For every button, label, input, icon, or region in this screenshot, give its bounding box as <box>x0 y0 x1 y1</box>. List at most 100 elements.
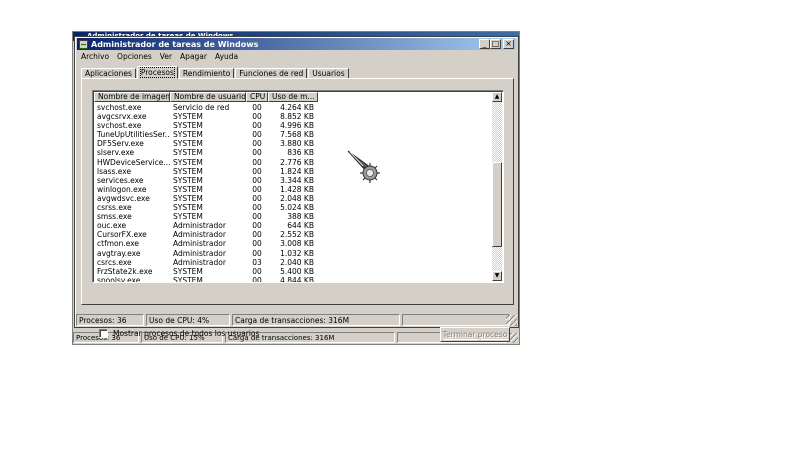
table-row[interactable]: smss.exe SYSTEM 00 388 KB <box>94 212 318 221</box>
memory-cell: 1.032 KB <box>280 248 314 258</box>
cpu-cell: 00 <box>252 130 262 140</box>
memory-cell: 644 KB <box>287 221 314 231</box>
user-name-cell: SYSTEM <box>173 184 203 194</box>
show-all-users-option[interactable]: Mostrar procesos de todos los usuarios <box>99 329 259 338</box>
minimize-button[interactable]: _ <box>479 39 490 49</box>
user-name-cell: SYSTEM <box>173 166 203 176</box>
task-manager-window: Administrador de tareas de Windows _ □ ×… <box>74 36 519 342</box>
user-name-cell: Servicio de red <box>173 103 230 112</box>
memory-cell: 4.264 KB <box>280 103 314 112</box>
table-row[interactable]: csrcs.exe Administrador 03 2.040 KB <box>94 258 318 267</box>
menu-ayuda[interactable]: Ayuda <box>211 51 242 62</box>
image-name-cell: CursorFX.exe <box>97 230 147 240</box>
status-bar: Procesos: 36 Uso de CPU: 4% Carga de tra… <box>75 313 518 327</box>
column-image-name[interactable]: Nombre de imagen <box>94 92 170 102</box>
task-manager-icon <box>79 39 88 49</box>
table-row[interactable]: winlogon.exe SYSTEM 00 1.428 KB <box>94 185 318 194</box>
user-name-cell: SYSTEM <box>173 139 203 149</box>
cpu-cell: 00 <box>252 184 262 194</box>
user-name-cell: SYSTEM <box>173 275 203 283</box>
cpu-cell: 00 <box>252 175 262 185</box>
scroll-down-button[interactable]: ▼ <box>492 271 502 281</box>
image-name-cell: winlogon.exe <box>97 184 147 194</box>
image-name-cell: avgwdsvc.exe <box>97 193 150 203</box>
window-controls: _ □ × <box>479 39 514 49</box>
close-button[interactable]: × <box>503 39 514 49</box>
table-row[interactable]: lsass.exe SYSTEM 00 1.824 KB <box>94 167 318 176</box>
cpu-cell: 00 <box>252 230 262 240</box>
column-memory[interactable]: Uso de m... <box>268 92 318 102</box>
menu-apagar[interactable]: Apagar <box>176 51 211 62</box>
column-user-name[interactable]: Nombre de usuario <box>170 92 246 102</box>
table-row[interactable]: HWDeviceService... SYSTEM 00 2.776 KB <box>94 158 318 167</box>
menu-archivo[interactable]: Archivo <box>77 51 113 62</box>
user-name-cell: SYSTEM <box>173 157 203 167</box>
table-row[interactable]: slserv.exe SYSTEM 00 836 KB <box>94 148 318 157</box>
column-cpu[interactable]: CPU <box>246 92 268 102</box>
memory-cell: 3.344 KB <box>280 175 314 185</box>
cpu-cell: 00 <box>252 121 262 131</box>
image-name-cell: ouc.exe <box>97 221 127 231</box>
image-name-cell: DF5Serv.exe <box>97 139 144 149</box>
cpu-cell: 00 <box>252 112 262 122</box>
table-row[interactable]: DF5Serv.exe SYSTEM 00 3.880 KB <box>94 139 318 148</box>
table-row[interactable]: spoolsv.exe SYSTEM 00 4.844 KB <box>94 275 318 283</box>
user-name-cell: SYSTEM <box>173 148 203 158</box>
resize-grip[interactable] <box>506 315 517 326</box>
cpu-cell: 00 <box>252 248 262 258</box>
table-row[interactable]: ctfmon.exe Administrador 00 3.008 KB <box>94 239 318 248</box>
table-row[interactable]: TuneUpUtilitiesSer... SYSTEM 00 7.568 KB <box>94 130 318 139</box>
memory-cell: 836 KB <box>287 148 314 158</box>
processes-panel: Nombre de imagen Nombre de usuario CPU U… <box>81 78 514 342</box>
image-name-cell: svchost.exe <box>97 103 142 112</box>
user-name-cell: Administrador <box>173 248 226 258</box>
scroll-thumb[interactable] <box>492 162 502 247</box>
image-name-cell: svchost.exe <box>97 121 142 131</box>
user-name-cell: SYSTEM <box>173 121 203 131</box>
table-row[interactable]: avgwdsvc.exe SYSTEM 00 2.048 KB <box>94 194 318 203</box>
user-name-cell: SYSTEM <box>173 193 203 203</box>
tab-procesos[interactable]: Procesos <box>136 66 178 79</box>
memory-cell: 3.880 KB <box>280 139 314 149</box>
image-name-cell: csrcs.exe <box>97 257 132 267</box>
cursorfx-pointer-icon <box>347 150 380 183</box>
table-row[interactable]: services.exe SYSTEM 00 3.344 KB <box>94 176 318 185</box>
table-row[interactable]: svchost.exe SYSTEM 00 4.996 KB <box>94 121 318 130</box>
vertical-scrollbar[interactable]: ▲ ▼ <box>492 92 502 281</box>
memory-cell: 7.568 KB <box>280 130 314 140</box>
end-process-button[interactable]: Terminar proceso <box>440 327 510 342</box>
memory-cell: 388 KB <box>287 212 314 222</box>
table-row[interactable]: ouc.exe Administrador 00 644 KB <box>94 221 318 230</box>
image-name-cell: csrss.exe <box>97 203 132 213</box>
table-row[interactable]: CursorFX.exe Administrador 00 2.552 KB <box>94 230 318 239</box>
table-row[interactable]: svchost.exe Servicio de red 00 4.264 KB <box>94 103 318 112</box>
process-rows: svchost.exe Servicio de red 00 4.264 KB avgc… <box>94 103 318 283</box>
status-empty <box>402 314 510 326</box>
show-all-users-checkbox[interactable] <box>99 329 108 338</box>
memory-cell: 2.776 KB <box>280 157 314 167</box>
table-row[interactable]: csrss.exe SYSTEM 00 5.024 KB <box>94 203 318 212</box>
table-row[interactable]: avgcsrvx.exe SYSTEM 00 8.852 KB <box>94 112 318 121</box>
status-commit: Carga de transacciones: 316M <box>232 314 400 326</box>
scroll-up-button[interactable]: ▲ <box>492 92 502 102</box>
image-name-cell: FrzState2k.exe <box>97 266 153 276</box>
image-name-cell: avgcsrvx.exe <box>97 112 147 122</box>
cpu-cell: 00 <box>252 221 262 231</box>
user-name-cell: SYSTEM <box>173 112 203 122</box>
cpu-cell: 00 <box>252 157 262 167</box>
table-row[interactable]: avgtray.exe Administrador 00 1.032 KB <box>94 249 318 258</box>
cpu-cell: 00 <box>252 275 262 283</box>
process-list[interactable]: Nombre de imagen Nombre de usuario CPU U… <box>92 90 504 283</box>
cpu-cell: 00 <box>252 139 262 149</box>
image-name-cell: TuneUpUtilitiesSer... <box>97 130 170 140</box>
menu-ver[interactable]: Ver <box>156 51 176 62</box>
memory-cell: 4.844 KB <box>280 275 314 283</box>
maximize-button[interactable]: □ <box>490 39 501 49</box>
table-row[interactable]: FrzState2k.exe SYSTEM 00 5.400 KB <box>94 267 318 276</box>
menu-opciones[interactable]: Opciones <box>113 51 156 62</box>
cpu-cell: 00 <box>252 193 262 203</box>
image-name-cell: spoolsv.exe <box>97 275 141 283</box>
memory-cell: 5.400 KB <box>280 266 314 276</box>
process-list-header: Nombre de imagen Nombre de usuario CPU U… <box>94 92 318 102</box>
title-bar[interactable]: Administrador de tareas de Windows _ □ × <box>77 38 516 50</box>
